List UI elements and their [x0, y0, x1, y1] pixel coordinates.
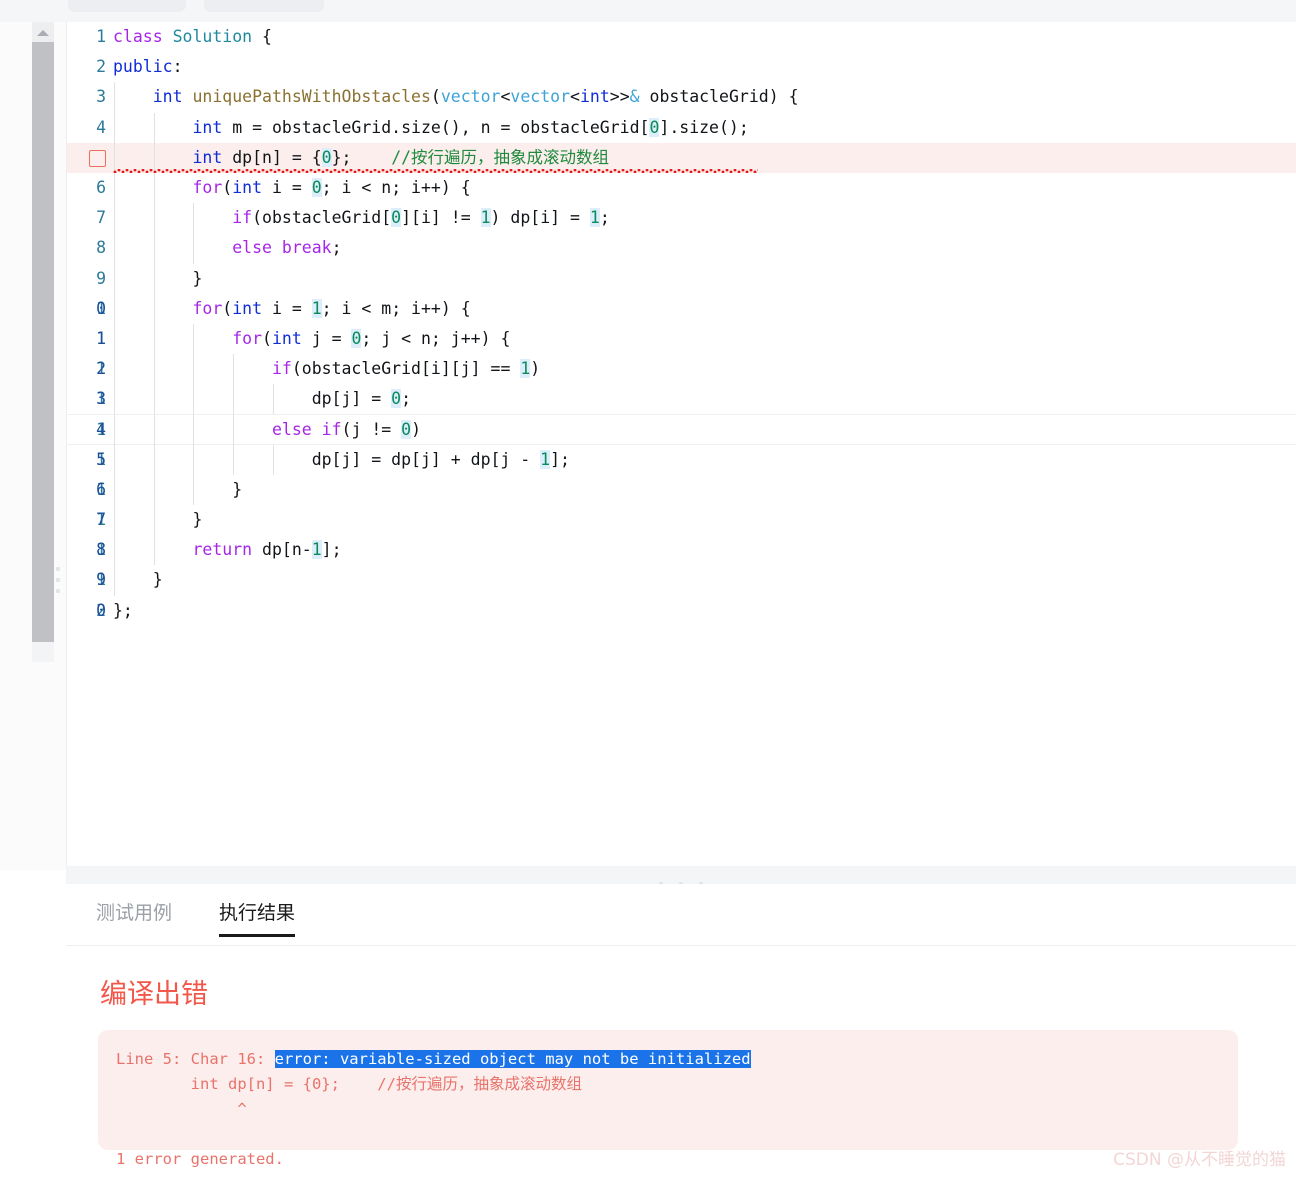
tab-execution-result[interactable]: 执行结果	[219, 898, 296, 937]
code-line-text: };	[113, 600, 133, 620]
editor-tab-2[interactable]	[204, 0, 324, 12]
line-number: 4	[96, 117, 106, 137]
code-line[interactable]: 13 dp[j] = 0;	[67, 384, 1296, 415]
error-prefix: Line 5: Char 16:	[116, 1050, 275, 1068]
code-line[interactable]: 1 class Solution {	[67, 22, 1296, 52]
compile-error-box: Line 5: Char 16: error: variable-sized o…	[98, 1030, 1238, 1168]
window-top-strip	[0, 0, 1296, 22]
error-message-highlight: error: variable-sized object may not be …	[274, 1050, 751, 1068]
code-line[interactable]: 18 return dp[n-1];	[67, 535, 1296, 566]
code-line-text: dp[j] = dp[j] + dp[j - 1];	[311, 449, 570, 469]
line-number: 12	[96, 359, 106, 379]
code-line-text: }	[113, 268, 203, 288]
line-number: 9	[96, 268, 106, 288]
code-line[interactable]: 10 for(int i = 1; i < m; i++) {	[67, 293, 1296, 324]
editor-scrollbar-thumb[interactable]	[32, 42, 54, 642]
line-number: 6	[96, 177, 106, 197]
line-number: 1	[96, 27, 106, 46]
code-line[interactable]: 7 if(obstacleGrid[0][i] != 1) dp[i] = 1;	[67, 203, 1296, 234]
code-editor-panel: 1 class Solution { 2 public: 3 int uniquePat…	[0, 22, 1296, 870]
line-number: 10	[96, 298, 106, 318]
code-line-text: for(int i = 1; i < m; i++) {	[192, 298, 471, 318]
results-panel: 测试用例 执行结果 编译出错 Line 5: Char 16: error: v…	[66, 884, 1296, 1187]
error-source-line: int dp[n] = {0}; //按行遍历，抽象成滚动数组	[116, 1075, 582, 1093]
code-surface[interactable]: 1 class Solution { 2 public: 3 int uniquePat…	[66, 22, 1296, 870]
line-number: 17	[96, 510, 106, 529]
line-number: 16	[96, 479, 106, 499]
code-line-text: if(obstacleGrid[i][j] == 1)	[271, 359, 541, 379]
code-line-text: }	[113, 479, 243, 499]
code-line[interactable]: 3 int uniquePathsWithObstacles(vector<ve…	[67, 82, 1296, 113]
error-square-icon	[89, 149, 106, 167]
code-line[interactable]: 14 else if(j != 0)	[67, 414, 1296, 446]
code-line[interactable]: 19 }	[67, 565, 1296, 596]
code-line-text: dp[j] = 0;	[311, 389, 412, 409]
code-line-text: }	[113, 570, 163, 590]
code-line[interactable]: 9 }	[67, 263, 1296, 294]
results-tab-bar: 测试用例 执行结果	[66, 884, 1296, 946]
code-line[interactable]: 12 if(obstacleGrid[i][j] == 1)	[67, 354, 1296, 385]
code-line[interactable]: 15 dp[j] = dp[j] + dp[j - 1];	[67, 444, 1296, 475]
tab-test-cases[interactable]: 测试用例	[96, 898, 172, 937]
line-number: 2	[96, 57, 106, 77]
line-number: 18	[96, 540, 106, 560]
code-line-text: int m = obstacleGrid.size(), n = obstacl…	[192, 117, 749, 137]
code-line-text: }	[113, 510, 203, 529]
line-number: 15	[96, 449, 106, 469]
watermark: CSDN @从不睡觉的猫	[1113, 1150, 1286, 1170]
panel-resize-handle[interactable]	[56, 567, 62, 603]
line-number: 7	[96, 208, 106, 228]
code-line[interactable]: 2 0};	[67, 596, 1296, 626]
line-number: 8	[96, 238, 106, 258]
code-line-text: return dp[n-1];	[192, 540, 342, 560]
code-line-text: else break;	[232, 238, 342, 258]
triangle-up-icon[interactable]	[32, 22, 54, 42]
code-line[interactable]: 8 else break;	[67, 233, 1296, 264]
code-line[interactable]: 6 for(int i = 0; i < n; i++) {	[67, 172, 1296, 204]
error-summary: 1 error generated.	[116, 1150, 284, 1168]
line-number: 20	[96, 600, 106, 620]
code-line-text: public:	[113, 57, 183, 77]
line-number: 14	[96, 420, 106, 440]
code-line[interactable]: 16 }	[67, 474, 1296, 505]
result-status-title: 编译出错	[100, 979, 208, 1010]
code-line-text: for(int i = 0; i < n; i++) {	[192, 177, 471, 197]
compile-error-text: Line 5: Char 16: error: variable-sized o…	[98, 1030, 1238, 1172]
code-line-text: if(obstacleGrid[0][i] != 1) dp[i] = 1;	[232, 208, 610, 228]
line-number: 3	[96, 87, 106, 107]
code-line[interactable]: 2 public:	[67, 52, 1296, 82]
line-number: 11	[96, 328, 106, 348]
editor-tab-1[interactable]	[68, 0, 186, 12]
code-line[interactable]: 11 for(int j = 0; j < n; j++) {	[67, 323, 1296, 355]
line-number: 13	[96, 389, 106, 409]
code-line[interactable]: int dp[n] = {0}; //按行遍历，抽象成滚动数组	[67, 142, 1296, 173]
error-caret-line: ^	[116, 1100, 247, 1118]
code-line-text: class Solution {	[113, 27, 272, 46]
code-line-text: int uniquePathsWithObstacles(vector<vect…	[152, 87, 799, 107]
line-number: 19	[96, 570, 106, 590]
code-line[interactable]: 17 }	[67, 505, 1296, 536]
code-line-text: else if(j != 0)	[271, 420, 421, 440]
code-line-text: for(int j = 0; j < n; j++) {	[232, 328, 511, 348]
horizontal-splitter[interactable]	[66, 866, 1296, 886]
code-line[interactable]: 4 int m = obstacleGrid.size(), n = obsta…	[67, 112, 1296, 143]
